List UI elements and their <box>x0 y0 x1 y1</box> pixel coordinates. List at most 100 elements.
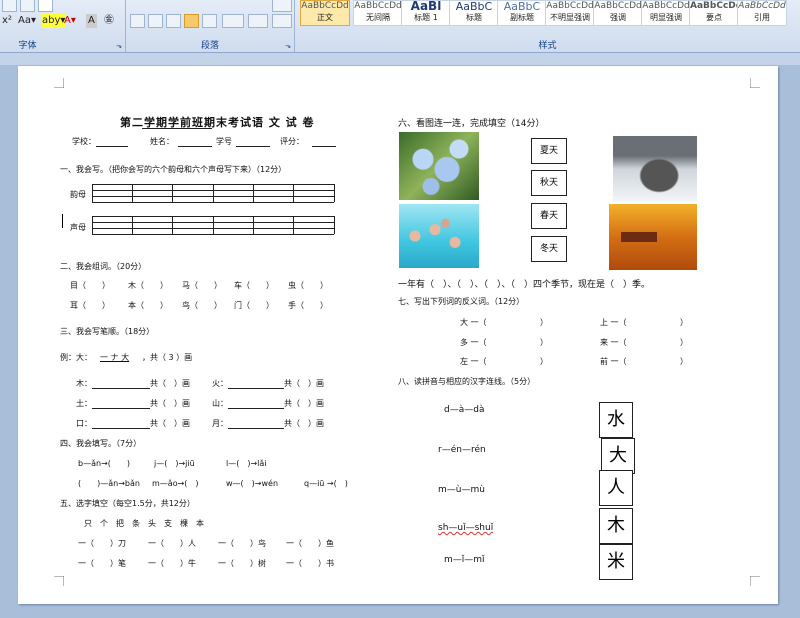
pinyin-fill-item: j—( )→jiū <box>154 459 195 468</box>
grid-line <box>293 216 294 234</box>
align-center-button[interactable] <box>148 14 163 28</box>
grid-line <box>132 184 133 202</box>
section-4-heading: 四、我会填写。（7分） <box>60 439 142 448</box>
grid-line <box>92 184 93 202</box>
styles-group-label: 样式 <box>538 41 557 51</box>
paragraph-group: 段落 ⬎ <box>126 0 295 52</box>
season-sentence: 一年有（ ）、（ ）、（ ）、（ ）四个季节，现在是（ ）季。 <box>398 280 651 290</box>
style-tile[interactable]: AaBl 标题 1 <box>401 0 451 26</box>
dialog-launcher-icon[interactable]: ⬎ <box>285 42 291 50</box>
distributed-button[interactable] <box>202 14 217 28</box>
text-cursor <box>62 214 63 228</box>
font-color-button[interactable] <box>38 0 53 12</box>
blank-line <box>228 388 284 389</box>
yunmu-label: 韵母 <box>70 190 86 199</box>
grid-line <box>213 184 214 202</box>
style-tile[interactable]: AaBbCcDd 正文 <box>300 0 350 26</box>
info-school-label: 学校： <box>72 137 96 146</box>
paragraph-group-label: 段落 <box>200 41 219 51</box>
section-6-heading: 六、看图连一连，完成填空（14分） <box>398 119 545 129</box>
word-item: 耳（ ） <box>70 301 110 310</box>
style-name: 标题 <box>466 13 482 22</box>
bold-button[interactable] <box>2 0 17 12</box>
grid-line <box>253 216 254 234</box>
antonym-close: ） <box>680 338 688 347</box>
antonym-item: 左 一（ <box>460 357 487 366</box>
section-2-heading: 二、我会组词。（20分） <box>60 262 147 271</box>
antonym-close: ） <box>680 318 688 327</box>
font-color-a-button[interactable]: A▾ <box>64 14 76 28</box>
char-shading-button[interactable]: A <box>86 14 97 28</box>
pinyin-item: r—én—rén <box>438 445 486 455</box>
style-tile[interactable]: AaBbCcDd 不明显强调 <box>545 0 595 26</box>
blank-line <box>228 428 284 429</box>
word-item: 马（ ） <box>182 281 222 290</box>
antonym-close: ） <box>540 318 548 327</box>
blank-line <box>228 408 284 409</box>
style-preview: AaBbCcDd <box>594 1 642 11</box>
borders-button[interactable] <box>272 14 292 28</box>
antonym-item: 多 一（ <box>460 338 487 347</box>
shengmu-label: 声母 <box>70 223 86 232</box>
style-preview: AaBbC <box>455 1 493 12</box>
dialog-launcher-icon[interactable]: ⬎ <box>116 42 122 50</box>
style-tile[interactable]: AaBbC 副标题 <box>497 0 547 26</box>
highlight-button[interactable]: aby▾ <box>42 14 66 28</box>
stroke-count: 共（ ）画 <box>284 419 324 428</box>
style-preview: AaBbCcDd <box>738 1 786 11</box>
antonym-item: 大 一（ <box>460 318 487 327</box>
blank-line <box>312 146 336 147</box>
style-tile[interactable]: AaBbCcDd 明显强调 <box>641 0 691 26</box>
style-tile[interactable]: AaBbCcDd 引用 <box>737 0 787 26</box>
stroke-count: 共（ ）画 <box>284 379 324 388</box>
shengmu-writing-grid[interactable] <box>92 216 335 235</box>
align-right-button[interactable] <box>166 14 181 28</box>
sort-button[interactable] <box>272 0 292 12</box>
change-case-button[interactable]: Aa▾ <box>18 14 36 28</box>
style-preview: AaBbCcDd <box>546 1 594 11</box>
info-score-label: 评分： <box>280 137 304 146</box>
document-page[interactable]: 第二学期学前班期末考试语 文 试 卷 学校： 姓名： 学号 评分： 一、我会写。… <box>18 66 778 604</box>
style-preview: AaBbCcDd <box>642 1 690 11</box>
flowers-photo <box>399 132 479 200</box>
section-1-heading: 一、我会写。（把你会写的六个韵母和六个声母写下来）（12分） <box>60 165 287 174</box>
snow-photo <box>613 136 697 202</box>
season-box-summer: 夏天 <box>531 138 567 164</box>
season-box-winter: 冬天 <box>531 236 567 262</box>
style-tile[interactable]: AaBbCcDd 强调 <box>593 0 643 26</box>
measure-word-item: 一（ ）笔 <box>78 559 126 568</box>
hanzi-box: 大 <box>601 438 635 474</box>
style-tile[interactable]: AaBbCcDd 要点 <box>689 0 739 26</box>
hanzi-box: 木 <box>599 508 633 544</box>
style-name: 要点 <box>706 13 722 22</box>
style-name: 引用 <box>754 13 770 22</box>
grid-line <box>92 216 93 234</box>
section-5-heading: 五、选字填空（每空1.5分，共12分） <box>60 499 195 508</box>
stroke-char: 口： <box>76 419 92 428</box>
style-name: 正文 <box>317 13 333 22</box>
shading-button[interactable] <box>248 14 268 28</box>
line-spacing-button[interactable] <box>222 14 244 28</box>
style-preview: AaBbC <box>503 1 541 12</box>
word-item: 门（ ） <box>234 301 274 310</box>
word-item: 木（ ） <box>128 281 168 290</box>
pinyin-item: m—ù—mù <box>438 485 485 495</box>
yunmu-writing-grid[interactable] <box>92 184 335 203</box>
word-item: 鸟（ ） <box>182 301 222 310</box>
grid-line <box>92 202 334 203</box>
style-tile[interactable]: AaBbC 标题 <box>449 0 499 26</box>
pinyin-item: m—ǐ—mǐ <box>444 555 485 565</box>
justify-button[interactable] <box>184 14 199 28</box>
ribbon: x² Aa▾ aby▾ A▾ A ㊎ 字体 ⬎ 段落 ⬎ AaBbCcDd 正文… <box>0 0 800 53</box>
style-preview: AaBbCcDd <box>301 1 349 11</box>
antonym-item: 前 一（ <box>600 357 627 366</box>
pinyin-fill-item: b—ǎn→( ) <box>78 459 130 468</box>
antonym-close: ） <box>540 338 548 347</box>
season-box-autumn: 秋天 <box>531 170 567 196</box>
italic-button[interactable] <box>20 0 35 12</box>
enclose-char-button[interactable]: ㊎ <box>104 14 114 28</box>
style-tile[interactable]: AaBbCcDd 无间隔 <box>353 0 403 26</box>
superscript-button[interactable]: x² <box>2 14 12 28</box>
section-8-heading: 八、读拼音与相应的汉字连线。（5分） <box>398 377 536 386</box>
align-left-button[interactable] <box>130 14 145 28</box>
